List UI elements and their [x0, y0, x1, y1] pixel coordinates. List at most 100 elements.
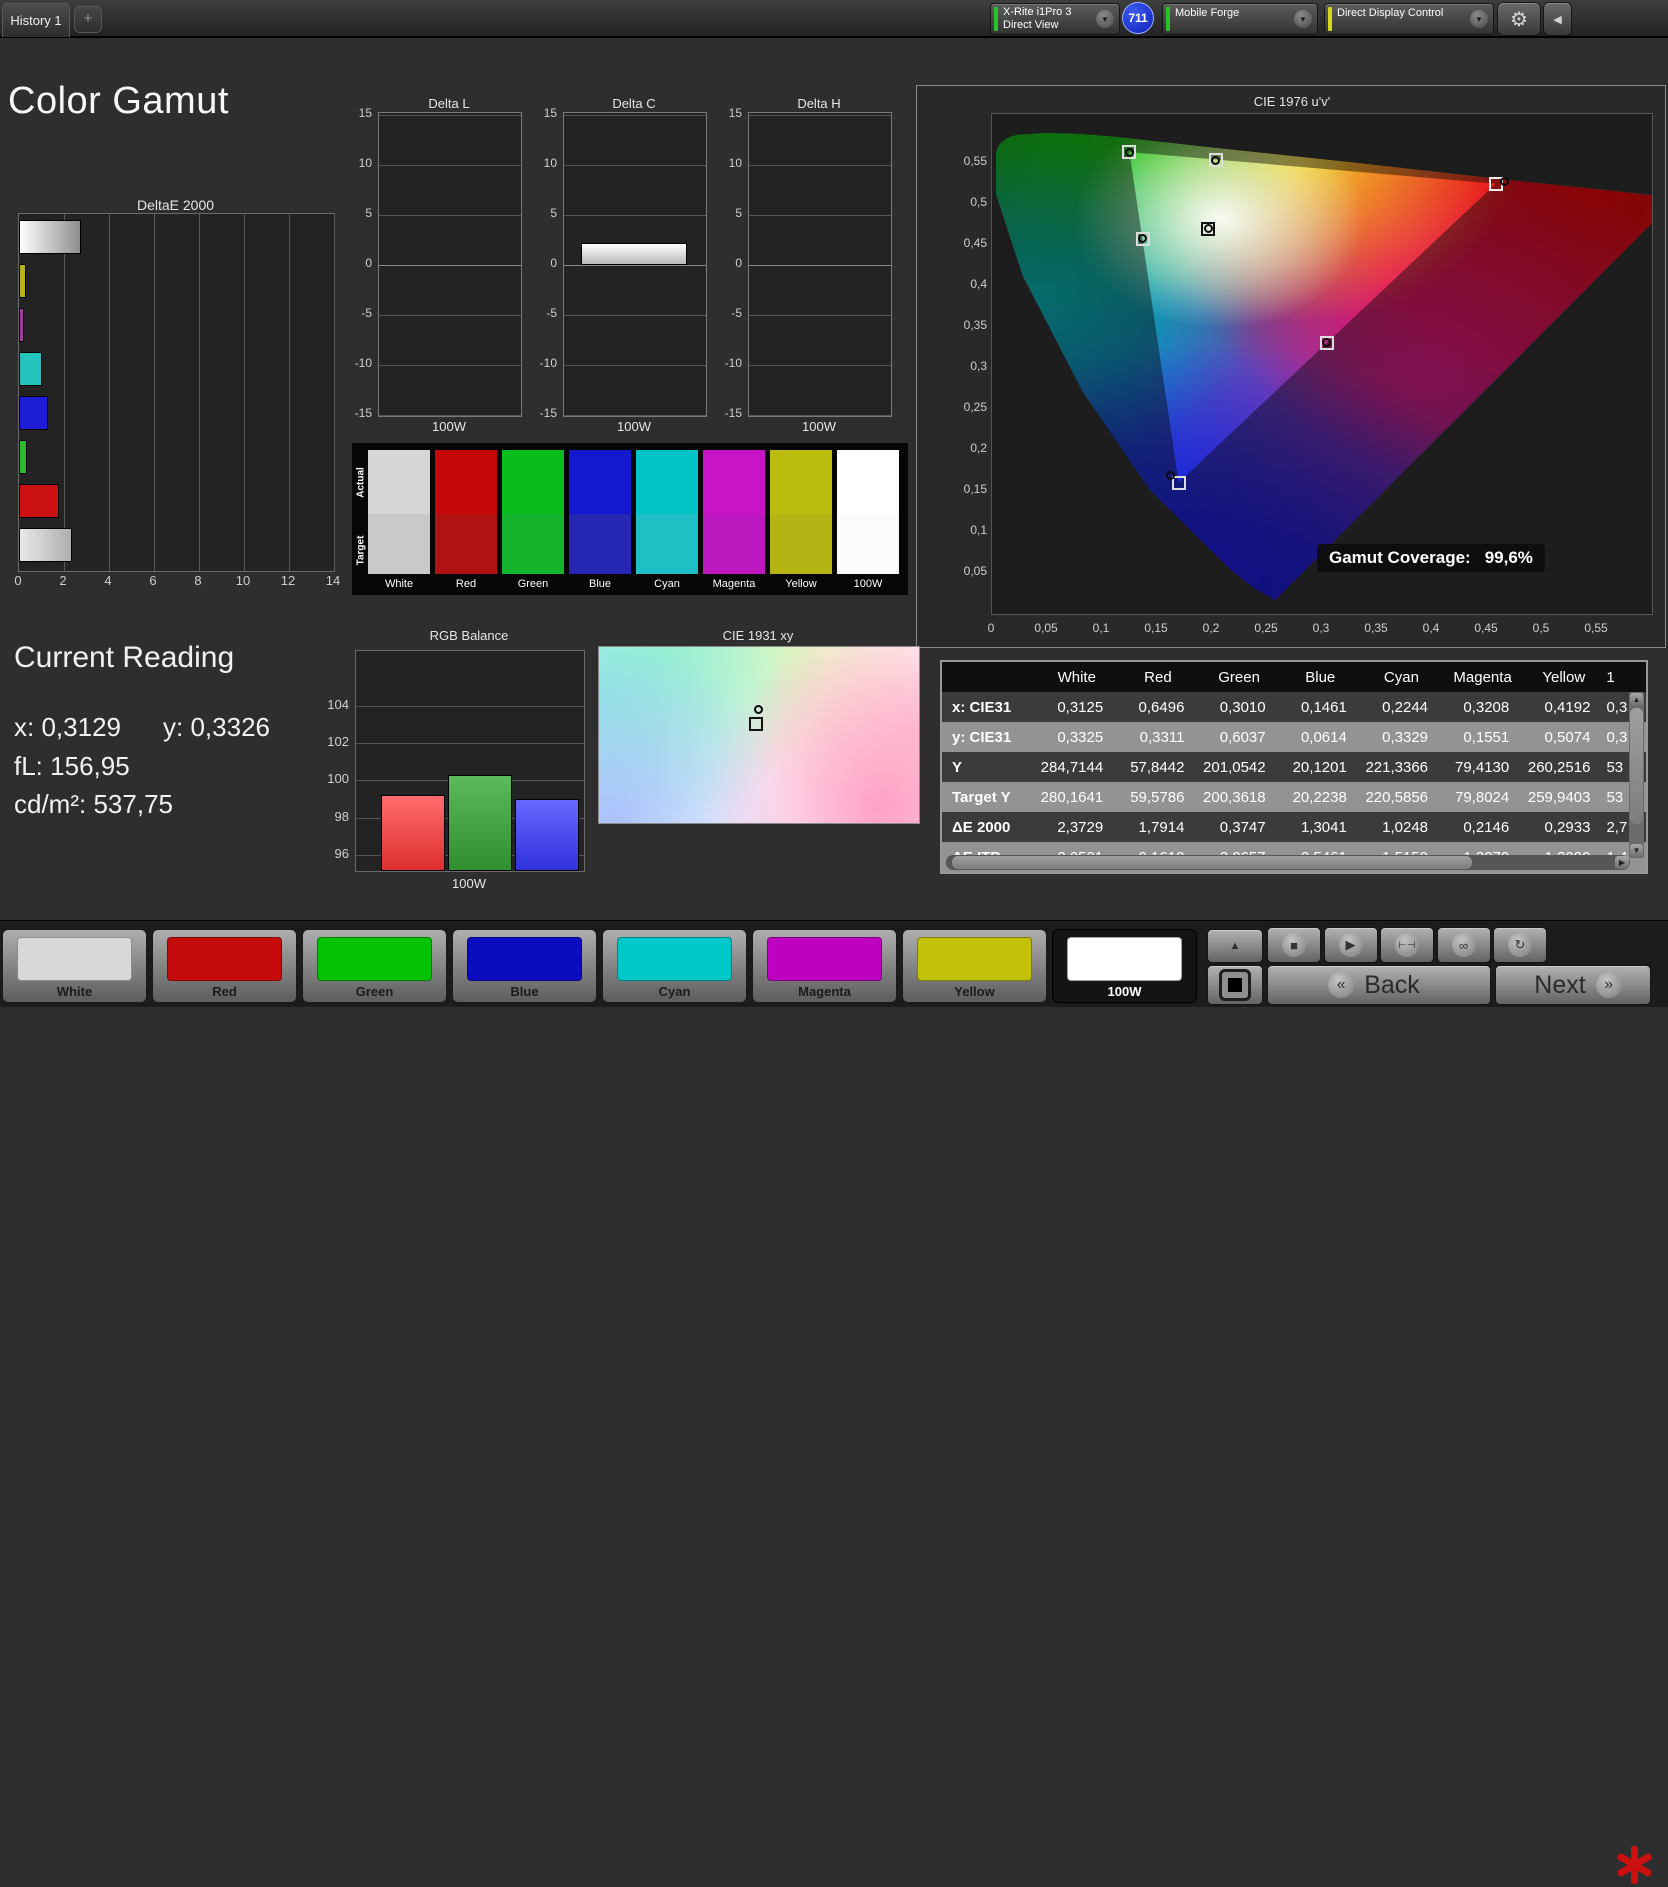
- pattern-label: Magenta: [798, 984, 851, 999]
- table-horizontal-scrollbar[interactable]: ▶: [946, 855, 1630, 870]
- gridline: [749, 265, 891, 266]
- pattern-swatch: [1067, 937, 1182, 981]
- gridline: [379, 115, 521, 116]
- gridline: [749, 215, 891, 216]
- pattern-button-cyan[interactable]: Cyan: [602, 929, 747, 1003]
- gridline: [154, 214, 155, 571]
- pattern-window-up-button[interactable]: ▲: [1207, 929, 1263, 963]
- source-dropdown[interactable]: Mobile Forge ▼: [1162, 3, 1318, 35]
- cie1976-panel: CIE 1976 u'v' 0,55 0,5 0,45 0,4 0,35 0,3…: [916, 85, 1668, 648]
- cell: 0,3311: [1139, 728, 1185, 746]
- stop-button[interactable]: ■: [1267, 927, 1321, 963]
- loop-button[interactable]: ∞: [1436, 927, 1491, 963]
- scroll-thumb[interactable]: [952, 856, 1472, 869]
- next-button[interactable]: Next »: [1495, 965, 1651, 1005]
- cell: 57,8442: [1130, 758, 1185, 776]
- pattern-button-magenta[interactable]: Magenta: [752, 929, 897, 1003]
- scroll-down-icon[interactable]: ▼: [1630, 844, 1643, 857]
- y-tick: 5: [365, 206, 372, 220]
- deltae2000-title: DeltaE 2000: [136, 197, 215, 213]
- cell: 0,3125: [1057, 698, 1104, 716]
- add-tab-button[interactable]: +: [74, 6, 102, 33]
- play-button[interactable]: ▶: [1323, 927, 1378, 963]
- y-tick: 0,15: [963, 482, 987, 497]
- pattern-button-green[interactable]: Green: [302, 929, 447, 1003]
- gridline: [749, 165, 891, 166]
- gridline: [379, 265, 521, 266]
- pattern-button-blue[interactable]: Blue: [452, 929, 597, 1003]
- stop-icon: ■: [1282, 933, 1306, 957]
- gridline: [289, 214, 290, 571]
- window-pattern-icon: [1228, 978, 1242, 992]
- swatch-label: Green: [517, 578, 549, 590]
- deltae-bar-100w: [19, 220, 82, 254]
- pattern-label: Yellow: [954, 984, 995, 999]
- display-control-dropdown[interactable]: Direct Display Control ▼: [1324, 3, 1494, 35]
- meter-count-badge[interactable]: 711: [1122, 2, 1154, 34]
- step-button[interactable]: ⊢⊣: [1380, 927, 1434, 963]
- y-tick: 0,4: [970, 277, 987, 292]
- y-tick: 0,45: [963, 236, 987, 251]
- pattern-button-yellow[interactable]: Yellow: [902, 929, 1047, 1003]
- pattern-bar: White Red Green Blue Cyan Magenta Yellow 100W ▲…: [0, 920, 1668, 1884]
- pattern-swatch: [767, 937, 882, 981]
- target-swatch-red: [435, 514, 497, 574]
- gridline: [379, 165, 521, 166]
- chevron-down-icon: ▼: [1096, 10, 1114, 28]
- gear-icon[interactable]: ⚙: [1497, 2, 1541, 36]
- target-swatch-green: [502, 514, 564, 574]
- pattern-window-button[interactable]: [1207, 965, 1263, 1005]
- column-header-partial: 1: [1606, 668, 1615, 686]
- row-label: Y: [952, 758, 963, 776]
- scroll-right-icon[interactable]: ▶: [1615, 856, 1629, 869]
- row-label: x: CIE31: [952, 698, 1012, 716]
- refresh-button[interactable]: ↻: [1493, 927, 1547, 963]
- swatch-label: Cyan: [654, 578, 680, 590]
- cell: 59,5786: [1130, 788, 1185, 806]
- measured-marker-green: [1124, 147, 1134, 157]
- cell: 79,4130: [1455, 758, 1510, 776]
- scroll-up-icon[interactable]: ▲: [1630, 693, 1643, 706]
- pattern-swatch: [17, 937, 132, 981]
- cell: 0,5074: [1544, 728, 1591, 746]
- y-tick: 10: [358, 156, 372, 170]
- pattern-button-white[interactable]: White: [2, 929, 147, 1003]
- deltae2000-plot: [18, 213, 335, 572]
- cell: 20,2238: [1292, 788, 1347, 806]
- tab-history-1[interactable]: History 1: [2, 3, 70, 37]
- pattern-swatch: [317, 937, 432, 981]
- pattern-button-100w[interactable]: 100W: [1052, 929, 1197, 1003]
- gridline: [244, 214, 245, 571]
- y-tick: 0,5: [970, 195, 987, 210]
- gridline: [356, 706, 584, 707]
- x-tick: 0,2: [1202, 621, 1220, 635]
- meter-dropdown[interactable]: X-Rite i1Pro 3 Direct View ▼: [990, 3, 1120, 35]
- x-tick: 2: [59, 573, 67, 588]
- target-row-label: Target: [355, 535, 367, 566]
- actual-row-label: Actual: [355, 467, 367, 498]
- table-vertical-scrollbar[interactable]: ▲ ▼: [1629, 692, 1644, 858]
- y-tick: -15: [539, 406, 557, 420]
- row-label: y: CIE31: [952, 728, 1012, 746]
- x-tick: 0,45: [1474, 621, 1498, 635]
- deltae-bar-red: [19, 484, 60, 518]
- cell: 0,0614: [1300, 728, 1347, 746]
- x-tick: 14: [325, 573, 341, 588]
- y-tick: 0,3: [970, 359, 987, 374]
- cell: 280,1641: [1040, 788, 1104, 806]
- cell: 0,3010: [1219, 698, 1266, 716]
- collapse-panel-icon[interactable]: ◀: [1543, 2, 1572, 36]
- rgb-balance-plot: [355, 650, 585, 872]
- gridline: [564, 265, 706, 266]
- cell: 1,0248: [1382, 818, 1429, 836]
- scroll-thumb[interactable]: [1630, 708, 1643, 824]
- swatch-label: 100W: [853, 578, 883, 590]
- back-button[interactable]: « Back: [1267, 965, 1491, 1005]
- x-tick: 4: [104, 573, 112, 588]
- x-tick: 0: [987, 621, 995, 635]
- pattern-swatch: [917, 937, 1032, 981]
- cell: 0,4192: [1544, 698, 1591, 716]
- actual-swatch-white: [368, 450, 430, 514]
- pattern-button-red[interactable]: Red: [152, 929, 297, 1003]
- x-tick: 0,3: [1312, 621, 1330, 635]
